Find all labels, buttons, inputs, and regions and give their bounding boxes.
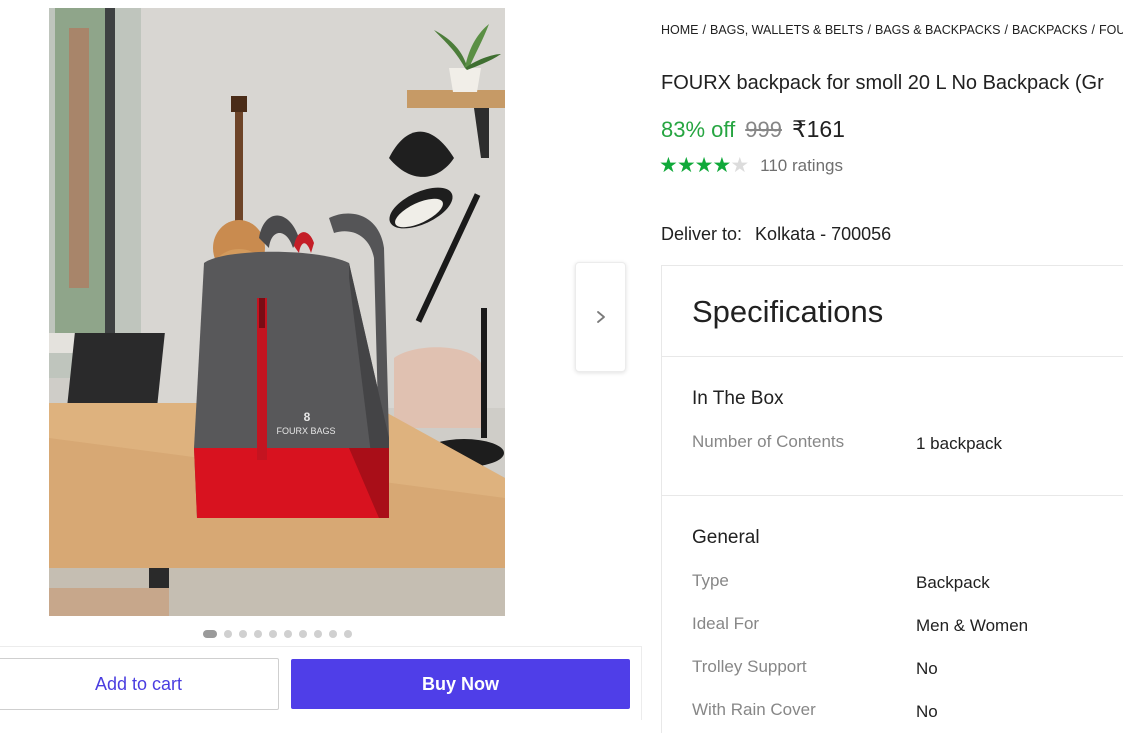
ratings-count: 110 ratings bbox=[760, 155, 843, 175]
divider bbox=[662, 495, 1123, 496]
image-carousel-dots bbox=[203, 630, 352, 638]
star-empty-icon: ★ bbox=[730, 154, 749, 177]
spec-group-in-the-box: In The Box bbox=[692, 388, 784, 409]
breadcrumb-home[interactable]: HOME bbox=[661, 23, 699, 37]
rating-row[interactable]: ★★★★★ 110 ratings bbox=[659, 155, 843, 176]
next-image-button[interactable] bbox=[575, 262, 626, 372]
breadcrumb-bags-backpacks[interactable]: BAGS & BACKPACKS bbox=[875, 23, 1001, 37]
deliver-label: Deliver to: bbox=[661, 224, 743, 244]
carousel-dot[interactable] bbox=[269, 630, 277, 638]
buy-now-button[interactable]: Buy Now bbox=[291, 659, 630, 709]
discount-percent: 83% off bbox=[661, 117, 736, 142]
bag-brand-text: FOURX BAGS bbox=[276, 426, 335, 436]
carousel-dot[interactable] bbox=[329, 630, 337, 638]
breadcrumb-brand[interactable]: FOUR bbox=[1099, 23, 1123, 37]
star-filled-icon: ★ bbox=[712, 154, 731, 177]
spec-key: Number of Contents bbox=[692, 432, 845, 451]
spec-value: No bbox=[916, 659, 938, 678]
chevron-right-icon bbox=[596, 311, 605, 323]
breadcrumb-bags-wallets-belts[interactable]: BAGS, WALLETS & BELTS bbox=[710, 23, 864, 37]
spec-value: Men & Women bbox=[916, 616, 1029, 635]
carousel-dot[interactable] bbox=[203, 630, 217, 638]
carousel-dot[interactable] bbox=[299, 630, 307, 638]
product-title: FOURX backpack for smoll 20 L No Backpac… bbox=[661, 72, 1104, 94]
carousel-dot[interactable] bbox=[254, 630, 262, 638]
product-image[interactable]: 8 FOURX BAGS bbox=[49, 8, 505, 616]
divider bbox=[662, 356, 1123, 357]
price-row: 83% off 999 ₹161 bbox=[661, 116, 845, 143]
spec-key: Ideal For bbox=[692, 614, 760, 633]
carousel-dot[interactable] bbox=[314, 630, 322, 638]
deliver-location-value: Kolkata - 700056 bbox=[755, 224, 892, 244]
specifications-title: Specifications bbox=[692, 294, 884, 329]
rating-stars: ★★★★★ bbox=[659, 154, 749, 177]
star-filled-icon: ★ bbox=[659, 154, 678, 177]
spec-value: No bbox=[916, 702, 938, 721]
original-price: 999 bbox=[745, 117, 782, 142]
spec-value: Backpack bbox=[916, 573, 990, 592]
spec-key: Trolley Support bbox=[692, 657, 807, 676]
breadcrumb-backpacks[interactable]: BACKPACKS bbox=[1012, 23, 1088, 37]
star-filled-icon: ★ bbox=[694, 154, 714, 177]
selling-price: ₹161 bbox=[791, 116, 845, 142]
star-filled-icon: ★ bbox=[676, 154, 696, 177]
carousel-dot[interactable] bbox=[284, 630, 292, 638]
carousel-dot[interactable] bbox=[224, 630, 232, 638]
spec-key: Type bbox=[692, 571, 729, 590]
breadcrumb: HOME / BAGS, WALLETS & BELTS / BAGS & BA… bbox=[661, 23, 1123, 37]
add-to-cart-button[interactable]: Add to cart bbox=[0, 658, 279, 710]
svg-text:8: 8 bbox=[304, 410, 311, 424]
spec-group-general: General bbox=[692, 527, 760, 548]
specifications-panel: Specifications In The Box Number of Cont… bbox=[661, 265, 1123, 733]
product-photo: 8 FOURX BAGS bbox=[49, 8, 505, 616]
spec-value: 1 backpack bbox=[916, 434, 1002, 453]
delivery-location[interactable]: Deliver to: Kolkata - 700056 bbox=[661, 224, 891, 245]
spec-key: With Rain Cover bbox=[692, 700, 816, 719]
carousel-dot[interactable] bbox=[344, 630, 352, 638]
purchase-action-bar: Add to cart Buy Now bbox=[0, 646, 642, 720]
carousel-dot[interactable] bbox=[239, 630, 247, 638]
